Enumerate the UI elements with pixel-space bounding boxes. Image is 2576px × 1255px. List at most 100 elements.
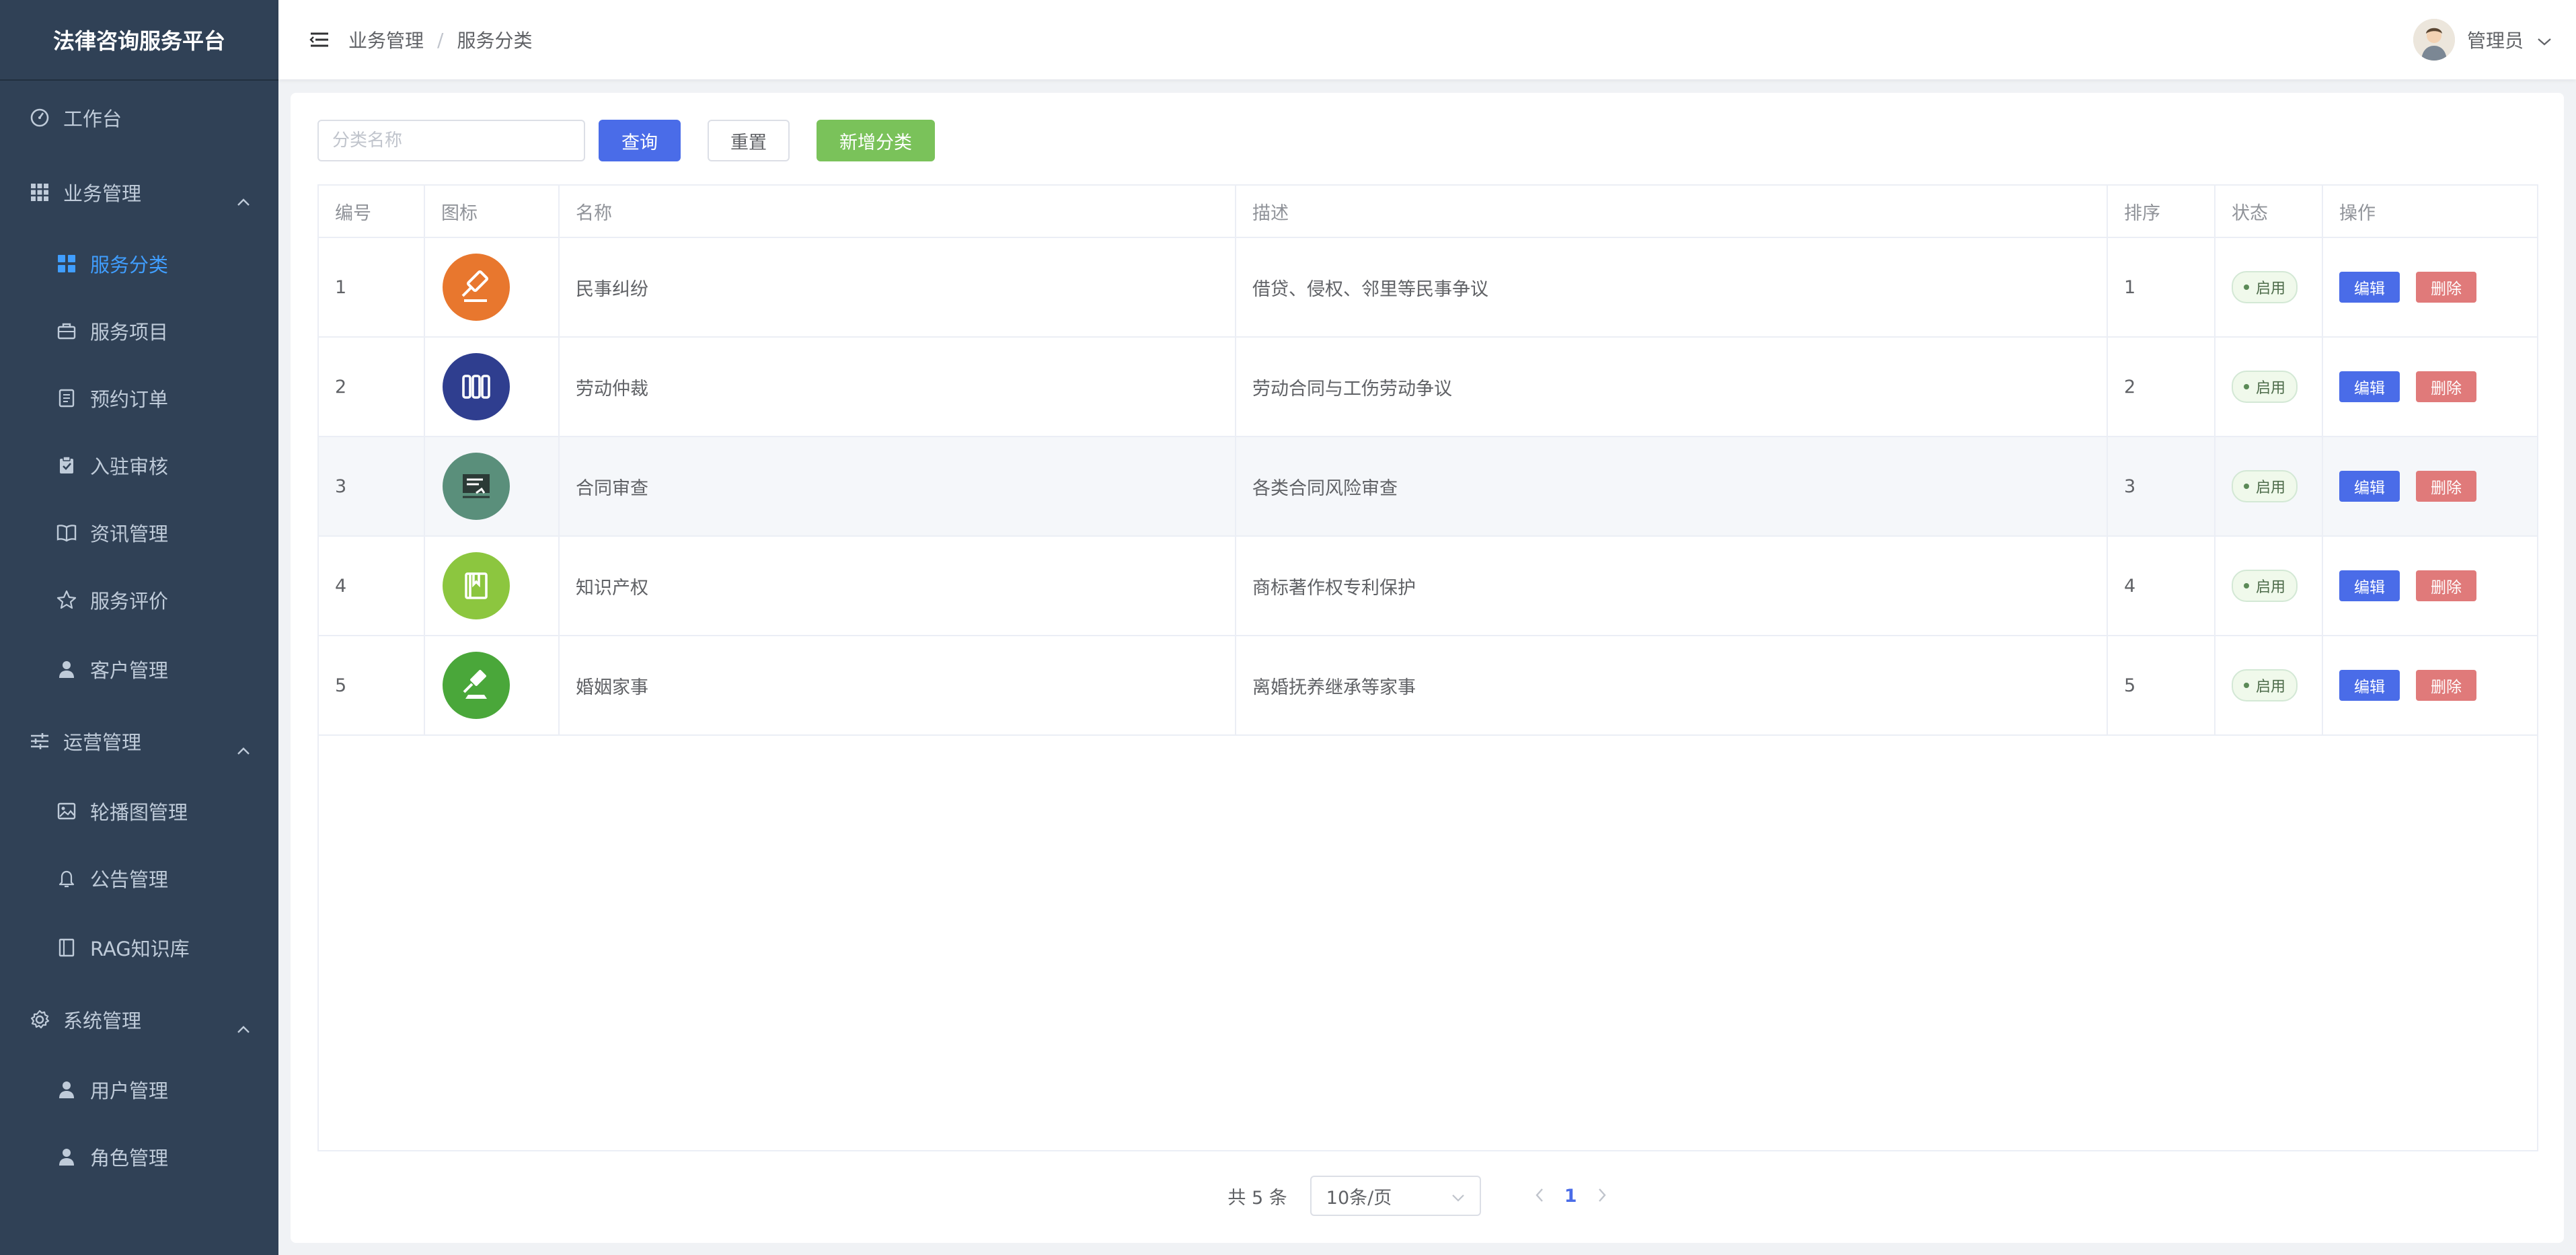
chevron-up-icon (237, 737, 250, 760)
sidebar-item-banners[interactable]: 轮播图管理 (0, 777, 278, 845)
edit-button[interactable]: 编辑 (2339, 272, 2400, 303)
sidebar-item-orders[interactable]: 预约订单 (0, 365, 278, 432)
sidebar-item-service-project[interactable]: 服务项目 (0, 297, 278, 365)
column-header: 描述 (1236, 186, 2108, 237)
sidebar-item-label: 轮播图管理 (90, 801, 188, 824)
cell-actions: 编辑 删除 (2323, 437, 2537, 535)
table-row: 5 婚姻家事 离婚抚养继承等家事 5 启用 编辑 删除 (319, 636, 2537, 736)
status-badge: 启用 (2232, 470, 2298, 502)
avatar (2413, 19, 2455, 61)
column-header: 操作 (2339, 202, 2376, 224)
sidebar-item-label: 服务分类 (90, 254, 169, 276)
menu-toggle-icon[interactable] (308, 28, 331, 51)
status-dot (2244, 583, 2249, 588)
cell-sort: 5 (2108, 636, 2215, 734)
notebook-icon (55, 936, 78, 959)
query-button[interactable]: 查询 (599, 120, 681, 161)
cell-id: 1 (319, 238, 425, 336)
reset-button[interactable]: 重置 (708, 120, 790, 161)
status-text: 启用 (2256, 380, 2286, 397)
sidebar-item-label: 入驻审核 (90, 455, 169, 478)
sidebar-item-users[interactable]: 用户管理 (0, 1056, 278, 1123)
sidebar-item-rag-kb[interactable]: RAG知识库 (0, 912, 278, 983)
status-badge: 启用 (2232, 371, 2298, 403)
cell-desc: 离婚抚养继承等家事 (1236, 636, 2108, 734)
breadcrumb-item[interactable]: 业务管理 (348, 26, 424, 53)
sidebar: 法律咨询服务平台 工作台 业务管理 服务分类 服务项目 预约订单 入驻审核 资讯… (0, 0, 278, 1255)
delete-button[interactable]: 删除 (2416, 371, 2476, 402)
status-badge: 启用 (2232, 570, 2298, 602)
status-badge: 启用 (2232, 669, 2298, 701)
sidebar-group-system[interactable]: 系统管理 (0, 983, 278, 1056)
status-text: 启用 (2256, 579, 2286, 596)
delete-button[interactable]: 删除 (2416, 471, 2476, 502)
prev-page-icon[interactable] (1535, 1184, 1544, 1208)
user-icon (55, 658, 78, 681)
sidebar-item-settle-audit[interactable]: 入驻审核 (0, 432, 278, 499)
bell-icon (55, 867, 78, 890)
status-text: 启用 (2256, 480, 2286, 496)
cell-actions: 编辑 删除 (2323, 338, 2537, 436)
app-title: 法律咨询服务平台 (0, 0, 278, 81)
edit-button[interactable]: 编辑 (2339, 471, 2400, 502)
status-badge: 启用 (2232, 271, 2298, 303)
cell-status: 启用 (2215, 338, 2323, 436)
cell-sort: 2 (2108, 338, 2215, 436)
category-table: 编号 图标 名称 描述 排序 状态 操作 1 民事纠纷 借贷、侵权、邻里等民事争… (317, 184, 2538, 1151)
sidebar-item-label: 角色管理 (90, 1147, 169, 1170)
column-header: 图标 (425, 186, 560, 237)
column-header: 排序 (2108, 186, 2215, 237)
sidebar-item-label: RAG知识库 (90, 938, 190, 960)
status-text: 启用 (2256, 280, 2286, 297)
page-size-value: 10条/页 (1326, 1187, 1392, 1209)
gavel-icon (443, 254, 510, 321)
order-icon (55, 387, 78, 410)
page-number-current[interactable]: 1 (1564, 1186, 1577, 1207)
cell-icon (425, 537, 560, 635)
cell-icon (425, 437, 560, 535)
sidebar-item-label: 公告管理 (90, 868, 169, 891)
status-dot (2244, 683, 2249, 688)
delete-button[interactable]: 删除 (2416, 272, 2476, 303)
next-page-icon[interactable] (1597, 1184, 1607, 1208)
user-role-icon (55, 1145, 78, 1168)
column-header: 名称 (560, 186, 1236, 237)
delete-button[interactable]: 删除 (2416, 570, 2476, 601)
cell-name: 知识产权 (560, 537, 1236, 635)
cell-sort: 1 (2108, 238, 2215, 336)
sidebar-item-label: 资讯管理 (90, 523, 169, 545)
sidebar-group-operations[interactable]: 运营管理 (0, 705, 278, 777)
sidebar-item-dashboard[interactable]: 工作台 (0, 81, 278, 155)
sidebar-item-customers[interactable]: 客户管理 (0, 634, 278, 705)
sidebar-item-label: 系统管理 (63, 1010, 142, 1032)
sidebar-item-label: 预约订单 (90, 388, 169, 411)
sidebar-item-label: 运营管理 (63, 731, 142, 754)
edit-button[interactable]: 编辑 (2339, 670, 2400, 701)
table-header: 编号 图标 名称 描述 排序 状态 操作 (319, 186, 2537, 238)
ip-book-icon (443, 552, 510, 619)
pagination-total: 共 5 条 (1227, 1187, 1287, 1209)
sidebar-item-news[interactable]: 资讯管理 (0, 499, 278, 566)
status-text: 启用 (2256, 679, 2286, 695)
cell-id: 3 (319, 437, 425, 535)
books-icon (443, 353, 510, 420)
sidebar-item-notices[interactable]: 公告管理 (0, 845, 278, 912)
user-menu[interactable]: 管理员 (2413, 0, 2552, 79)
cell-id: 2 (319, 338, 425, 436)
cell-name: 劳动仲裁 (560, 338, 1236, 436)
edit-button[interactable]: 编辑 (2339, 371, 2400, 402)
add-category-button[interactable]: 新增分类 (817, 120, 935, 161)
category-name-search-input[interactable] (317, 120, 585, 161)
cell-icon (425, 338, 560, 436)
edit-button[interactable]: 编辑 (2339, 570, 2400, 601)
chevron-up-icon (237, 188, 250, 211)
dashboard-icon (28, 106, 51, 129)
cell-desc: 借贷、侵权、邻里等民事争议 (1236, 238, 2108, 336)
sidebar-item-label: 工作台 (63, 108, 122, 130)
sidebar-item-reviews[interactable]: 服务评价 (0, 566, 278, 634)
sidebar-item-roles[interactable]: 角色管理 (0, 1123, 278, 1190)
delete-button[interactable]: 删除 (2416, 670, 2476, 701)
page-size-select[interactable]: 10条/页 (1310, 1176, 1481, 1216)
sidebar-group-business[interactable]: 业务管理 (0, 155, 278, 230)
sidebar-item-service-category[interactable]: 服务分类 (0, 230, 278, 297)
